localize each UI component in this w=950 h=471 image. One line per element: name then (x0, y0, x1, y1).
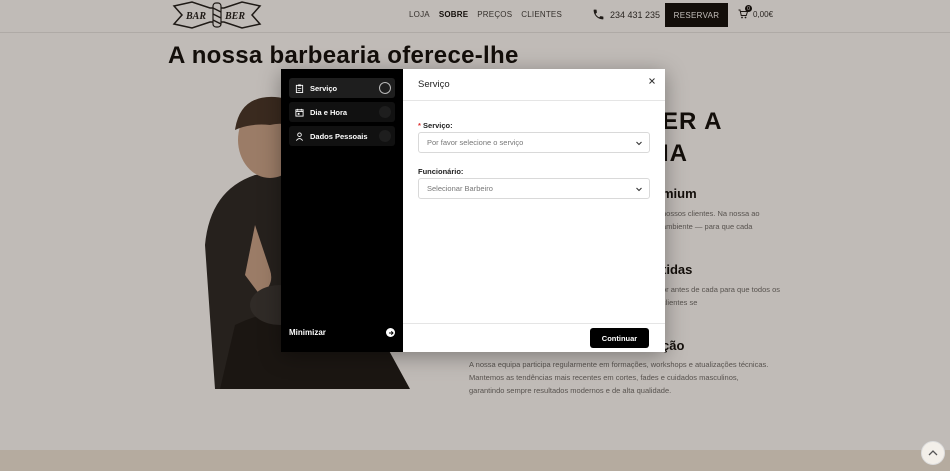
close-icon (649, 78, 655, 84)
step-servico[interactable]: Serviço (289, 78, 395, 98)
step-dados-pessoais[interactable]: Dados Pessoais (289, 126, 395, 146)
step-progress-ring (379, 82, 391, 94)
employee-select-value: Selecionar Barbeiro (427, 184, 493, 193)
modal-title: Serviço (418, 79, 450, 90)
booking-steps-sidebar: Serviço Dia e Hora Dados Pessoais Minimi… (281, 69, 403, 352)
chevron-down-icon (635, 139, 643, 147)
step-dia-hora-label: Dia e Hora (310, 107, 348, 117)
service-select-value: Por favor selecione o serviço (427, 138, 524, 147)
continue-button[interactable]: Continuar (590, 328, 649, 348)
step-status-dot (379, 130, 391, 142)
chevron-up-icon (928, 450, 938, 456)
minimize-label: Minimizar (289, 328, 326, 337)
chevron-down-icon (635, 185, 643, 193)
required-marker: * (418, 121, 421, 130)
employee-field-label: Funcionário: (418, 167, 464, 176)
step-servico-label: Serviço (310, 83, 338, 93)
close-button[interactable] (647, 76, 657, 86)
step-dados-pessoais-label: Dados Pessoais (310, 131, 368, 141)
service-select[interactable]: Por favor selecione o serviço (418, 132, 650, 153)
minimize-button[interactable]: Minimizar (289, 328, 395, 337)
user-icon (295, 131, 304, 141)
step-status-dot (379, 106, 391, 118)
service-label-text: Serviço: (423, 121, 453, 130)
booking-form-panel: Serviço * Serviço: Por favor selecione o… (403, 69, 665, 352)
service-field-label: * Serviço: (418, 121, 453, 130)
modal-footer: Continuar (403, 323, 665, 352)
employee-select[interactable]: Selecionar Barbeiro (418, 178, 650, 199)
calendar-icon (295, 108, 304, 117)
step-dia-hora[interactable]: Dia e Hora (289, 102, 395, 122)
clipboard-icon (295, 83, 304, 93)
booking-modal: Serviço Dia e Hora Dados Pessoais Minimi… (281, 69, 665, 352)
arrow-circle-icon (386, 328, 395, 337)
scroll-to-top-button[interactable] (921, 441, 945, 465)
modal-header: Serviço (403, 69, 665, 101)
